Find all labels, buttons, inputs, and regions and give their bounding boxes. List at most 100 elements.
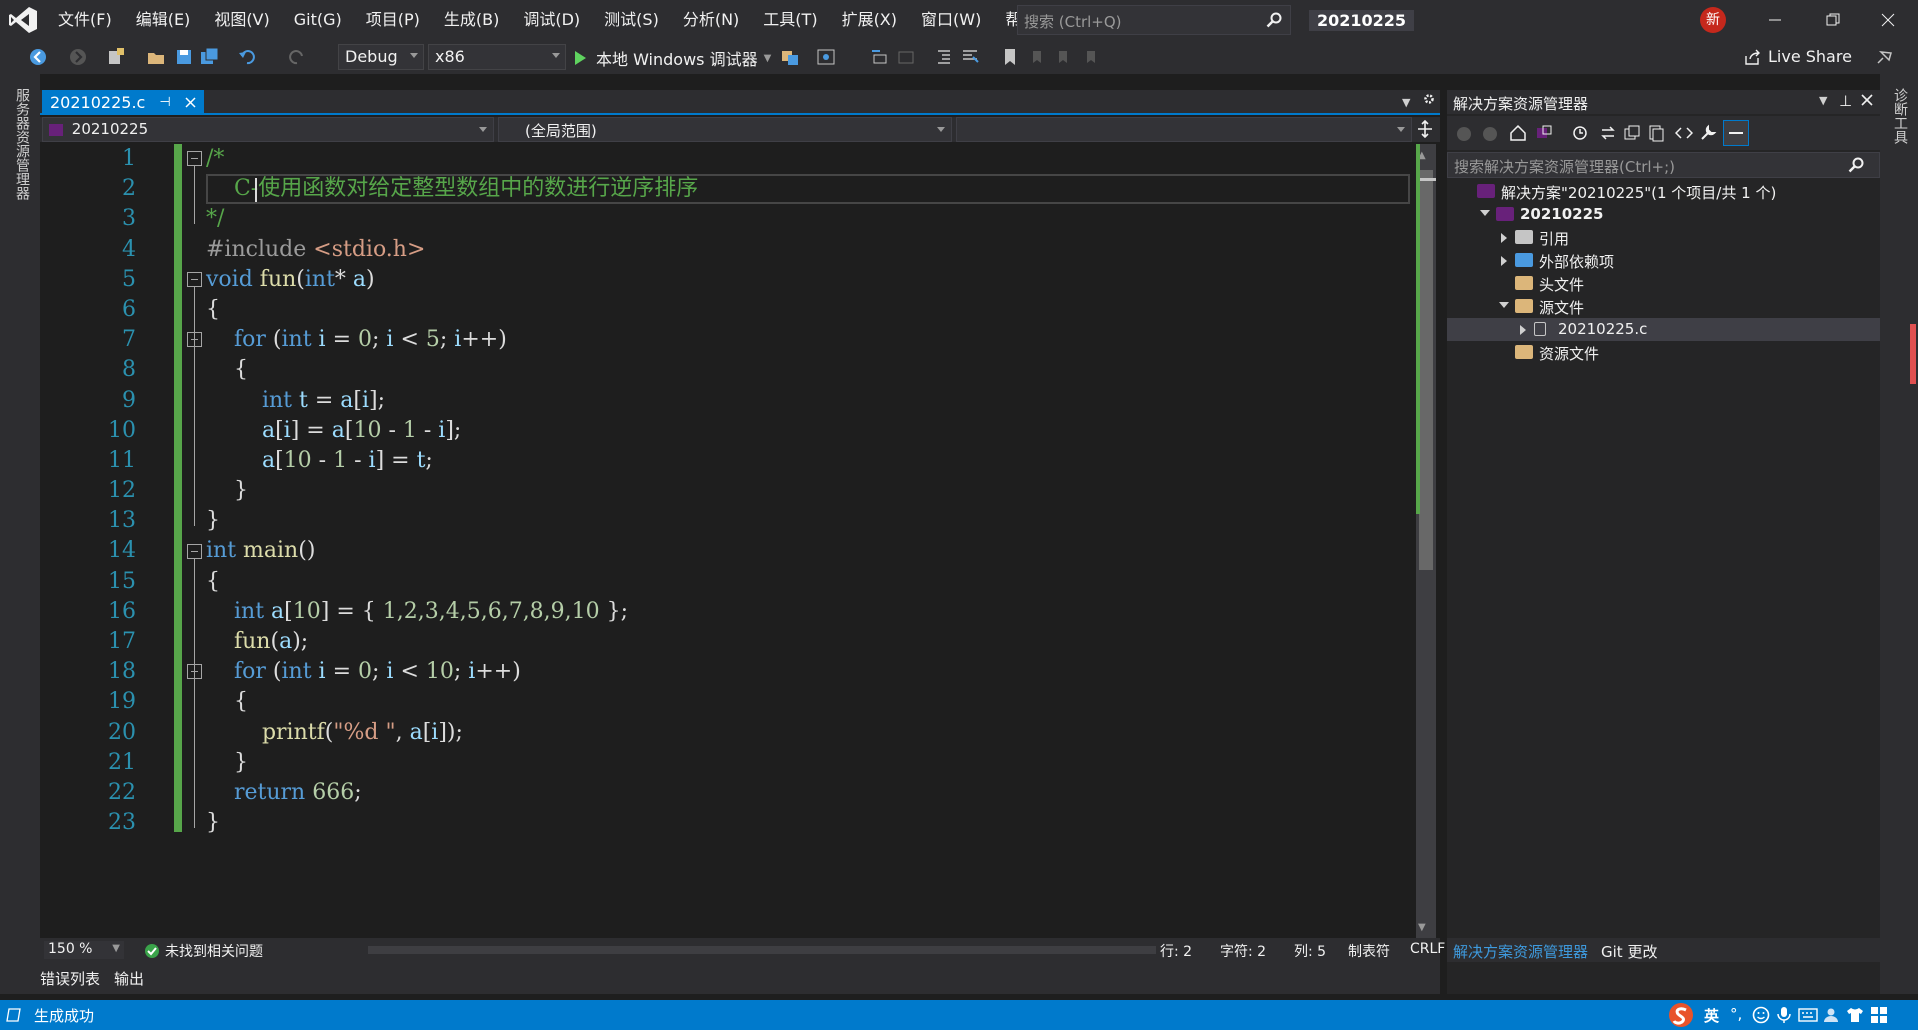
step-over-icon[interactable] <box>870 47 890 67</box>
line-ending[interactable]: CRLF <box>1410 941 1445 957</box>
code-line[interactable]: { <box>206 687 698 717</box>
solution-explorer-tab[interactable]: 解决方案资源管理器 <box>1453 941 1588 962</box>
expand-arrow-icon[interactable] <box>1501 233 1507 243</box>
tree-item[interactable]: 外部依赖项 <box>1447 249 1880 272</box>
sogou-ime-icon[interactable] <box>1666 1002 1696 1028</box>
close-window-button[interactable] <box>1858 0 1918 40</box>
comment-lines-icon[interactable] <box>960 47 980 67</box>
code-line[interactable]: int main() <box>206 536 698 566</box>
code-line[interactable]: fun(a); <box>206 627 698 657</box>
output-tab[interactable]: 输出 <box>114 968 144 989</box>
home-icon[interactable] <box>1509 124 1527 142</box>
menu-item[interactable]: 分析(N) <box>671 0 751 40</box>
code-line[interactable]: return 666; <box>206 778 698 808</box>
menu-item[interactable]: 文件(F) <box>46 0 124 40</box>
platform-combo[interactable]: x86 <box>428 44 566 70</box>
search-box[interactable]: 搜索 (Ctrl+Q) <box>1017 5 1291 35</box>
menu-item[interactable]: 视图(V) <box>202 0 281 40</box>
show-all-files-icon[interactable] <box>1647 124 1665 142</box>
bookmark-icon[interactable] <box>1000 47 1020 67</box>
menu-item[interactable]: 编辑(E) <box>124 0 203 40</box>
code-line[interactable]: { <box>206 567 698 597</box>
menu-item[interactable]: 调试(D) <box>511 0 592 40</box>
user-icon[interactable] <box>1822 1007 1840 1023</box>
code-line[interactable]: for (int i = 0; i < 5; i++) <box>206 325 698 355</box>
collapse-region-icon[interactable] <box>187 543 202 559</box>
tree-item[interactable]: 20210225 <box>1447 203 1880 226</box>
code-line[interactable]: C-使用函数对给定整型数组中的数进行逆序排序 <box>206 174 698 204</box>
code-line[interactable]: /* <box>206 144 698 174</box>
menu-item[interactable]: 生成(B) <box>432 0 511 40</box>
tree-item[interactable]: 源文件 <box>1447 295 1880 318</box>
indent-icon[interactable] <box>934 47 954 67</box>
panel-menu-icon[interactable]: ▼ <box>1819 94 1827 107</box>
emoji-icon[interactable] <box>1752 1006 1770 1024</box>
tab-20210225-c[interactable]: 20210225.c ⊣ <box>42 90 204 115</box>
preview-selected-icon[interactable] <box>1723 120 1749 146</box>
live-share-button[interactable]: Live Share <box>1744 47 1852 66</box>
new-project-icon[interactable] <box>106 47 126 67</box>
collapse-arrow-icon[interactable] <box>1480 210 1490 216</box>
screenshot-icon[interactable] <box>816 47 836 67</box>
code-line[interactable]: printf("%d ", a[i]); <box>206 718 698 748</box>
notification-badge[interactable]: 新 <box>1700 7 1726 33</box>
code-line[interactable]: } <box>206 506 698 536</box>
close-tab-icon[interactable] <box>185 97 196 108</box>
code-line[interactable]: { <box>206 355 698 385</box>
feedback-icon[interactable] <box>1874 47 1894 67</box>
horizontal-scrollbar[interactable] <box>368 946 1156 954</box>
code-text[interactable]: /* C-使用函数对给定整型数组中的数进行逆序排序 */ #include <std… <box>206 144 698 838</box>
next-bookmark-icon[interactable] <box>1054 47 1074 67</box>
tree-item[interactable]: 引用 <box>1447 226 1880 249</box>
split-editor-icon[interactable] <box>1416 120 1434 138</box>
indent-mode[interactable]: 制表符 <box>1348 941 1390 961</box>
code-line[interactable]: #include <stdio.h> <box>206 235 698 265</box>
output-status-icon[interactable] <box>6 1007 22 1023</box>
step-into-icon[interactable] <box>896 47 916 67</box>
issues-indicator[interactable]: 未找到相关问题 <box>144 941 263 961</box>
keyboard-icon[interactable] <box>1798 1007 1818 1023</box>
code-line[interactable]: { <box>206 295 698 325</box>
code-line[interactable]: int t = a[i]; <box>206 386 698 416</box>
restore-button[interactable] <box>1803 0 1863 40</box>
forward-icon[interactable] <box>68 47 88 67</box>
code-line[interactable]: int a[10] = { 1,2,3,4,5,6,7,8,9,10 }; <box>206 597 698 627</box>
solution-search-box[interactable]: 搜索解决方案资源管理器(Ctrl+;) <box>1447 152 1880 178</box>
pin-icon[interactable]: ⊣ <box>159 95 170 110</box>
toolbox-grid-icon[interactable] <box>1870 1006 1888 1024</box>
tree-item[interactable]: 20210225.c <box>1447 318 1880 341</box>
zoom-combo[interactable]: 150 % ▼ <box>44 941 124 959</box>
se-back-icon[interactable] <box>1455 125 1473 143</box>
expand-arrow-icon[interactable] <box>1520 325 1526 335</box>
menu-item[interactable]: 扩展(X) <box>830 0 909 40</box>
collapse-arrow-icon[interactable] <box>1499 302 1509 308</box>
scrollbar-thumb[interactable] <box>1419 170 1433 570</box>
config-combo[interactable]: Debug <box>338 44 424 70</box>
expand-arrow-icon[interactable] <box>1501 256 1507 266</box>
panel-close-icon[interactable] <box>1861 94 1873 106</box>
back-icon[interactable] <box>28 47 48 67</box>
scroll-down-icon[interactable]: ▼ <box>1418 922 1426 933</box>
project-nav-combo[interactable]: 20210225 <box>42 117 494 142</box>
process-icon[interactable] <box>780 47 800 67</box>
clear-bookmarks-icon[interactable] <box>1082 47 1102 67</box>
menu-item[interactable]: Git(G) <box>282 0 354 40</box>
minimize-button[interactable] <box>1745 0 1805 40</box>
code-line[interactable]: for (int i = 0; i < 10; i++) <box>206 657 698 687</box>
save-icon[interactable] <box>174 47 194 67</box>
save-all-icon[interactable] <box>200 47 220 67</box>
se-forward-icon[interactable] <box>1481 125 1499 143</box>
server-explorer-tab[interactable]: 服务器资源管理器 <box>12 88 32 200</box>
collapse-region-icon[interactable] <box>187 151 202 166</box>
collapse-region-icon[interactable] <box>187 271 202 287</box>
tree-item[interactable]: 资源文件 <box>1447 341 1880 364</box>
prev-bookmark-icon[interactable] <box>1028 47 1048 67</box>
code-line[interactable]: a[i] = a[10 - 1 - i]; <box>206 416 698 446</box>
git-changes-tab[interactable]: Git 更改 <box>1601 941 1657 962</box>
tree-item[interactable]: 解决方案"20210225"(1 个项目/共 1 个) <box>1447 180 1880 203</box>
menu-item[interactable]: 测试(S) <box>592 0 671 40</box>
menu-item[interactable]: 窗口(W) <box>909 0 993 40</box>
code-line[interactable]: } <box>206 808 698 838</box>
code-line[interactable]: a[10 - 1 - i] = t; <box>206 446 698 476</box>
switch-views-icon[interactable] <box>1535 124 1553 142</box>
